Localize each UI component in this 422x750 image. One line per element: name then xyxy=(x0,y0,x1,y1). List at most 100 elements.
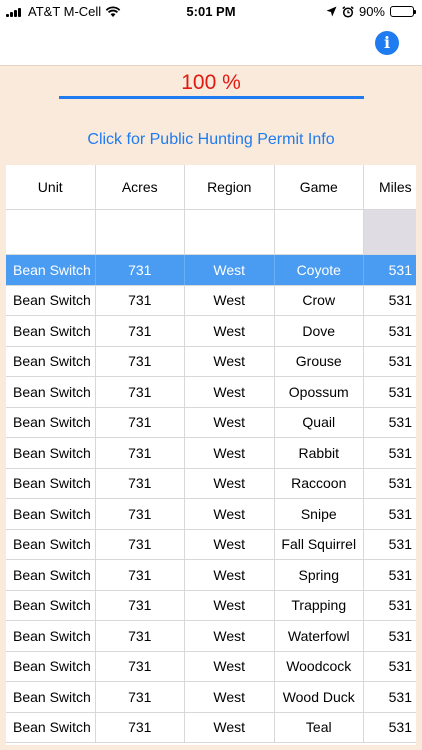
cell-game[interactable]: Grouse xyxy=(274,346,364,376)
column-header-region[interactable]: Region xyxy=(185,165,275,209)
public-hunting-permit-link[interactable]: Click for Public Hunting Permit Info xyxy=(0,131,422,149)
cell-game[interactable]: Snipe xyxy=(274,499,364,529)
column-header-miles[interactable]: Miles xyxy=(364,165,416,209)
table-row[interactable]: Bean Switch 731 West Trapping 531 xyxy=(6,590,416,621)
cell-unit[interactable]: Bean Switch xyxy=(6,407,96,437)
cell-miles[interactable]: 531 xyxy=(364,407,416,437)
cell-acres[interactable]: 731 xyxy=(95,560,185,590)
cell-acres[interactable]: 731 xyxy=(95,651,185,681)
cell-region[interactable]: West xyxy=(185,560,275,590)
filter-cell-unit[interactable] xyxy=(6,210,96,254)
cell-game[interactable]: Spring xyxy=(274,560,364,590)
cell-region[interactable]: West xyxy=(185,682,275,712)
cell-miles[interactable]: 531 xyxy=(364,712,416,742)
cell-miles[interactable]: 531 xyxy=(364,316,416,346)
table-row[interactable]: Bean Switch 731 West Coyote 531 xyxy=(6,255,416,286)
cell-miles[interactable]: 531 xyxy=(364,621,416,651)
cell-unit[interactable]: Bean Switch xyxy=(6,682,96,712)
table-row[interactable]: Bean Switch 731 West Rabbit 531 xyxy=(6,438,416,469)
table-row[interactable]: Bean Switch 731 West Teal 531 xyxy=(6,712,416,743)
cell-unit[interactable]: Bean Switch xyxy=(6,621,96,651)
cell-unit[interactable]: Bean Switch xyxy=(6,438,96,468)
cell-unit[interactable]: Bean Switch xyxy=(6,346,96,376)
cell-region[interactable]: West xyxy=(185,407,275,437)
hunting-units-table[interactable]: Unit Acres Region Game Miles Bean Switch 731 We… xyxy=(6,165,416,745)
cell-game[interactable]: Fall Squirrel xyxy=(274,529,364,559)
cell-region[interactable]: West xyxy=(185,621,275,651)
cell-region[interactable]: West xyxy=(185,651,275,681)
cell-region[interactable]: West xyxy=(185,255,275,285)
filter-cell-game[interactable] xyxy=(274,210,364,254)
table-row[interactable]: Bean Switch 731 West Grouse 531 xyxy=(6,346,416,377)
cell-unit[interactable]: Bean Switch xyxy=(6,590,96,620)
cell-miles[interactable]: 531 xyxy=(364,560,416,590)
table-row[interactable]: Bean Switch 731 West Crow 531 xyxy=(6,285,416,316)
cell-acres[interactable]: 731 xyxy=(95,438,185,468)
cell-miles[interactable]: 531 xyxy=(364,590,416,620)
cell-region[interactable]: West xyxy=(185,590,275,620)
table-row[interactable]: Bean Switch 731 West Quail 531 xyxy=(6,407,416,438)
cell-miles[interactable]: 531 xyxy=(364,529,416,559)
cell-acres[interactable]: 731 xyxy=(95,255,185,285)
cell-miles[interactable]: 531 xyxy=(364,651,416,681)
cell-miles[interactable]: 531 xyxy=(364,255,416,285)
table-row[interactable]: Bean Switch 731 West Fall Squirrel 531 xyxy=(6,529,416,560)
cell-miles[interactable]: 531 xyxy=(364,438,416,468)
cell-unit[interactable]: Bean Switch xyxy=(6,499,96,529)
cell-region[interactable]: West xyxy=(185,468,275,498)
filter-cell-region[interactable] xyxy=(185,210,275,254)
table-row[interactable]: Bean Switch 731 West Dove 531 xyxy=(6,316,416,347)
cell-unit[interactable]: Bean Switch xyxy=(6,255,96,285)
table-row[interactable]: Bean Switch 731 West Wood Duck 531 xyxy=(6,682,416,713)
cell-acres[interactable]: 731 xyxy=(95,499,185,529)
table-row[interactable]: Bean Switch 731 West Opossum 531 xyxy=(6,377,416,408)
cell-miles[interactable]: 531 xyxy=(364,682,416,712)
table-row[interactable]: Bean Switch 731 West Spring 531 xyxy=(6,560,416,591)
cell-acres[interactable]: 731 xyxy=(95,529,185,559)
cell-acres[interactable]: 731 xyxy=(95,712,185,742)
cell-region[interactable]: West xyxy=(185,285,275,315)
cell-unit[interactable]: Bean Switch xyxy=(6,529,96,559)
cell-game[interactable]: Coyote xyxy=(274,255,364,285)
table-filter-row[interactable] xyxy=(6,210,416,255)
cell-acres[interactable]: 731 xyxy=(95,468,185,498)
cell-acres[interactable]: 731 xyxy=(95,316,185,346)
table-row[interactable]: Bean Switch 731 West Woodcock 531 xyxy=(6,651,416,682)
cell-region[interactable]: West xyxy=(185,316,275,346)
column-header-game[interactable]: Game xyxy=(274,165,364,209)
cell-acres[interactable]: 731 xyxy=(95,285,185,315)
cell-acres[interactable]: 731 xyxy=(95,346,185,376)
cell-miles[interactable]: 531 xyxy=(364,499,416,529)
cell-miles[interactable]: 531 xyxy=(364,468,416,498)
table-row[interactable]: Bean Switch 731 West Snipe 531 xyxy=(6,499,416,530)
cell-miles[interactable]: 531 xyxy=(364,377,416,407)
cell-miles[interactable]: 531 xyxy=(364,346,416,376)
cell-game[interactable]: Trapping xyxy=(274,590,364,620)
filter-cell-acres[interactable] xyxy=(95,210,185,254)
cell-game[interactable]: Crow xyxy=(274,285,364,315)
cell-unit[interactable]: Bean Switch xyxy=(6,712,96,742)
cell-region[interactable]: West xyxy=(185,499,275,529)
cell-unit[interactable]: Bean Switch xyxy=(6,377,96,407)
cell-game[interactable]: Quail xyxy=(274,407,364,437)
table-row[interactable]: Bean Switch 731 West Waterfowl 531 xyxy=(6,621,416,652)
filter-cell-miles[interactable] xyxy=(364,210,416,254)
table-row[interactable]: Bean Switch 731 West Raccoon 531 xyxy=(6,468,416,499)
cell-acres[interactable]: 731 xyxy=(95,682,185,712)
cell-game[interactable]: Wood Duck xyxy=(274,682,364,712)
cell-acres[interactable]: 731 xyxy=(95,590,185,620)
cell-region[interactable]: West xyxy=(185,529,275,559)
cell-game[interactable]: Raccoon xyxy=(274,468,364,498)
cell-region[interactable]: West xyxy=(185,377,275,407)
cell-region[interactable]: West xyxy=(185,712,275,742)
column-header-acres[interactable]: Acres xyxy=(95,165,185,209)
cell-region[interactable]: West xyxy=(185,438,275,468)
cell-game[interactable]: Dove xyxy=(274,316,364,346)
cell-game[interactable]: Teal xyxy=(274,712,364,742)
cell-unit[interactable]: Bean Switch xyxy=(6,560,96,590)
cell-unit[interactable]: Bean Switch xyxy=(6,468,96,498)
cell-unit[interactable]: Bean Switch xyxy=(6,316,96,346)
column-header-unit[interactable]: Unit xyxy=(6,165,96,209)
cell-miles[interactable]: 531 xyxy=(364,285,416,315)
cell-acres[interactable]: 731 xyxy=(95,621,185,651)
